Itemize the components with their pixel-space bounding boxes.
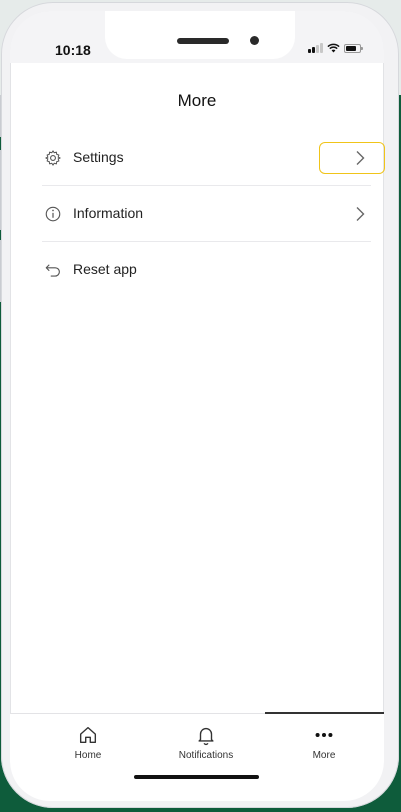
menu-item-label: Information <box>73 205 144 221</box>
tab-notifications[interactable]: Notifications <box>156 724 256 761</box>
undo-icon <box>45 264 60 277</box>
menu-item-information[interactable]: Information <box>42 186 371 242</box>
bell-icon <box>198 727 214 746</box>
gear-icon <box>45 150 61 166</box>
front-camera <box>250 36 259 45</box>
menu-item-label: Settings <box>73 149 124 165</box>
home-icon <box>79 726 97 744</box>
signal-icon <box>308 43 323 53</box>
page-title: More <box>177 91 217 110</box>
info-icon <box>45 206 61 222</box>
menu-item-settings[interactable]: Settings <box>42 130 371 186</box>
wifi-icon <box>326 43 340 53</box>
more-dots-icon <box>315 732 333 738</box>
menu-item-label: Reset app <box>73 261 137 277</box>
phone-frame: 10:18 More Settings Information Reset ap… <box>1 2 399 808</box>
tab-bar: Home Notifications More <box>10 712 384 801</box>
status-icons <box>308 43 363 53</box>
battery-icon <box>343 43 363 53</box>
chevron-right-icon[interactable] <box>351 149 369 167</box>
status-time: 10:18 <box>55 42 91 58</box>
home-indicator[interactable] <box>134 775 259 779</box>
menu-list: Settings Information Reset app <box>42 130 371 298</box>
tab-label: Notifications <box>178 750 234 761</box>
status-bar: 10:18 <box>10 11 384 63</box>
active-tab-indicator <box>265 712 384 714</box>
phone-screen: 10:18 More Settings Information Reset ap… <box>10 11 384 801</box>
menu-item-reset-app[interactable]: Reset app <box>42 242 371 298</box>
speaker-grille <box>177 38 229 44</box>
tab-label: More <box>312 750 336 761</box>
tab-home[interactable]: Home <box>38 724 138 761</box>
notch <box>105 11 295 59</box>
tab-more[interactable]: More <box>274 724 374 761</box>
tab-label: Home <box>74 750 102 761</box>
chevron-right-icon[interactable] <box>351 205 369 223</box>
